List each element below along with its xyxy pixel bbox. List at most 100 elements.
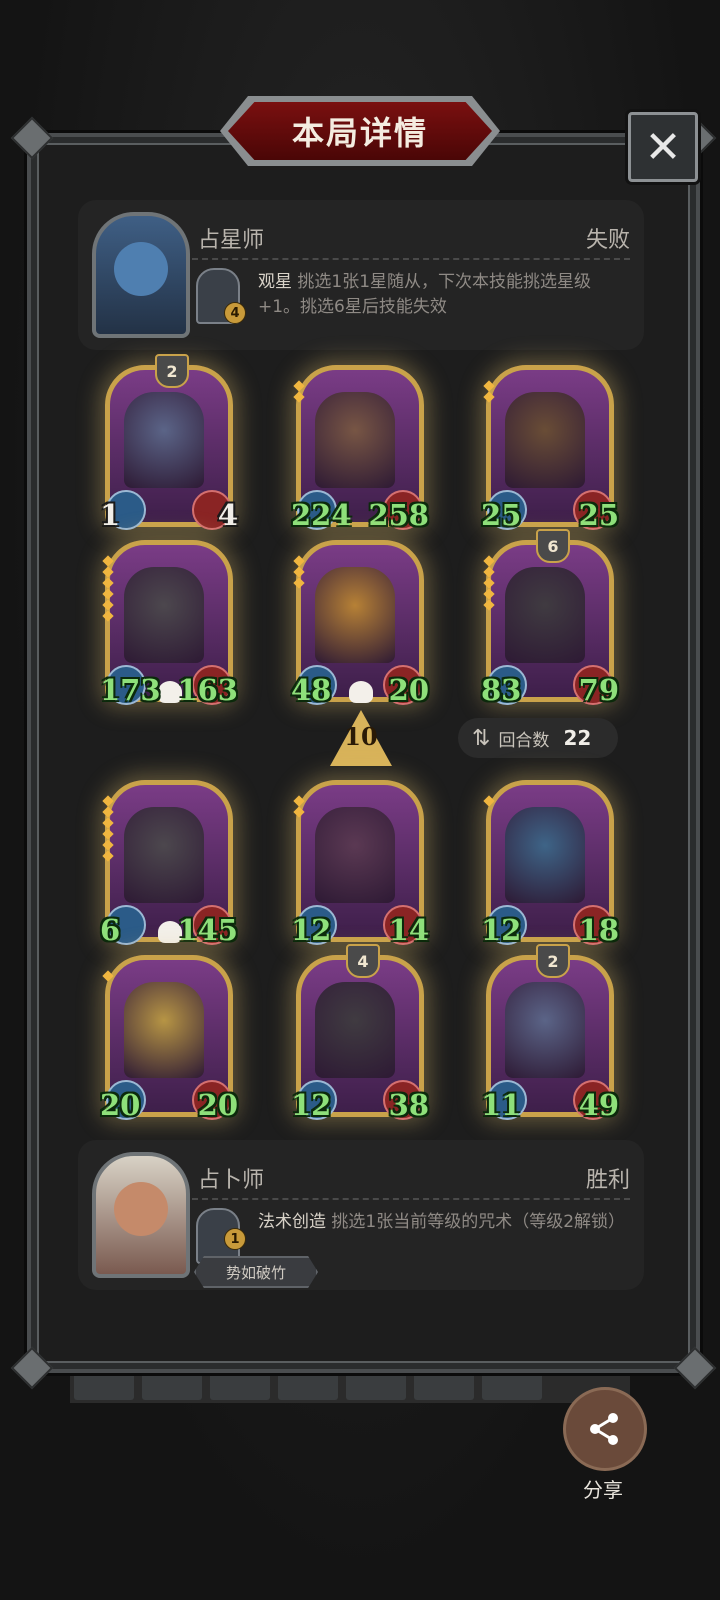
minion-level-badge: 6	[536, 529, 570, 563]
star-icon	[102, 599, 114, 611]
minion-health: 163	[177, 673, 238, 707]
page-title: 本局详情	[291, 114, 428, 152]
top-player-result: 失败	[585, 228, 630, 253]
minion-card[interactable]: 2 1 4	[100, 354, 238, 532]
star-icon	[102, 970, 114, 982]
star-icon	[483, 599, 495, 611]
minion-health: 38	[388, 1088, 429, 1122]
hero-skill-name: 法术创造	[258, 1212, 326, 1232]
turn-counter: ⇅ 回合数 22	[458, 718, 618, 758]
star-icon	[102, 566, 114, 578]
star-icon	[483, 588, 495, 600]
minion-card[interactable]: 6 83 79	[481, 529, 619, 707]
minion-card[interactable]: 25 25	[481, 365, 619, 532]
star-icon	[293, 566, 305, 578]
minion-portrait	[124, 392, 204, 488]
minion-card[interactable]: 12 18	[481, 780, 619, 947]
minion-health: 79	[578, 673, 619, 707]
star-icon	[293, 577, 305, 589]
hero-skill-description: 法术创造 挑选1张当前等级的咒术（等级2解锁）	[258, 1210, 628, 1235]
minion-card[interactable]: 173 163	[100, 540, 238, 707]
minion-portrait	[505, 807, 585, 903]
minion-level-badge: 4	[346, 944, 380, 978]
top-player-avatar	[92, 212, 190, 338]
minion-attack: 12	[481, 913, 522, 947]
share-icon	[590, 1413, 618, 1445]
star-icon	[102, 828, 114, 840]
minion-card[interactable]: 12 14	[291, 780, 429, 947]
minion-attack: 11	[481, 1088, 522, 1122]
bottom-player-info: 占卜师 胜利 1 法术创造 挑选1张当前等级的咒术（等级2解锁） 势如破竹	[78, 1140, 644, 1290]
turn-value: 22	[563, 726, 592, 750]
minion-portrait	[124, 807, 204, 903]
star-icon	[483, 380, 495, 392]
turn-label: 回合数	[498, 730, 550, 751]
top-player-name: 占星师	[198, 228, 265, 253]
minion-card[interactable]: 6 145	[100, 780, 238, 947]
minion-card[interactable]: 20 20	[100, 955, 238, 1122]
star-rating	[293, 555, 305, 589]
minion-attack: 83	[481, 673, 522, 707]
minion-health: 14	[388, 913, 429, 947]
title-banner: 本局详情	[228, 102, 492, 160]
minion-health: 25	[578, 498, 619, 532]
star-rating	[102, 795, 114, 862]
star-rating	[483, 380, 495, 403]
hero-skill-desc: 挑选1张当前等级的咒术（等级2解锁）	[326, 1212, 626, 1232]
star-icon	[483, 566, 495, 578]
refresh-icon: ⇅	[472, 725, 491, 751]
minion-portrait	[505, 392, 585, 488]
minion-card[interactable]: 4 12 38	[291, 944, 429, 1122]
minion-health: 145	[177, 913, 238, 947]
minion-level-badge: 2	[536, 944, 570, 978]
star-icon	[293, 555, 305, 567]
minion-attack: 173	[100, 673, 161, 707]
star-icon	[102, 839, 114, 851]
share-label: 分享	[583, 1478, 623, 1502]
share-button[interactable]	[563, 1387, 647, 1471]
minion-health: 258	[368, 498, 429, 532]
deathrattle-skull-icon	[349, 681, 373, 703]
star-icon	[102, 555, 114, 567]
hero-skill-description: 观星 挑选1张1星随从，下次本技能挑选星级+1。挑选6星后技能失效	[258, 270, 628, 320]
minion-portrait	[315, 392, 395, 488]
close-icon: ✕	[644, 121, 682, 173]
divider	[192, 258, 630, 260]
minion-card[interactable]: 2 11 49	[481, 944, 619, 1122]
minion-health: 20	[197, 1088, 238, 1122]
achievement-tag: 势如破竹	[194, 1256, 318, 1288]
minion-health: 20	[388, 673, 429, 707]
star-icon	[102, 806, 114, 818]
star-icon	[293, 795, 305, 807]
minion-portrait	[124, 567, 204, 663]
star-rating	[293, 795, 305, 818]
star-icon	[102, 610, 114, 622]
hero-skill-desc: 挑选1张1星随从，下次本技能挑选星级+1。挑选6星后技能失效	[258, 272, 592, 317]
star-icon	[102, 817, 114, 829]
divider	[192, 1198, 630, 1200]
star-icon	[483, 391, 495, 403]
skill-level-badge: 4	[224, 302, 246, 324]
star-icon	[102, 577, 114, 589]
minion-portrait	[315, 982, 395, 1078]
star-icon	[483, 795, 495, 807]
minion-attack: 224	[291, 498, 352, 532]
minion-health: 49	[578, 1088, 619, 1122]
close-button[interactable]: ✕	[628, 112, 698, 182]
star-icon	[293, 391, 305, 403]
minion-attack: 12	[291, 913, 332, 947]
minion-portrait	[315, 567, 395, 663]
minion-portrait	[505, 982, 585, 1078]
minion-level-badge: 2	[155, 354, 189, 388]
star-rating	[293, 380, 305, 403]
star-icon	[483, 577, 495, 589]
star-rating	[102, 970, 114, 982]
minion-attack: 48	[291, 673, 332, 707]
top-player-info: 占星师 失败 4 观星 挑选1张1星随从，下次本技能挑选星级+1。挑选6星后技能…	[78, 200, 644, 350]
star-rating	[483, 555, 495, 611]
minion-card[interactable]: 48 20	[291, 540, 429, 707]
minion-card[interactable]: 224 258	[291, 365, 429, 532]
skill-level-badge: 1	[224, 1228, 246, 1250]
minion-attack: 1	[100, 498, 121, 532]
bottom-player-result: 胜利	[585, 1168, 630, 1193]
